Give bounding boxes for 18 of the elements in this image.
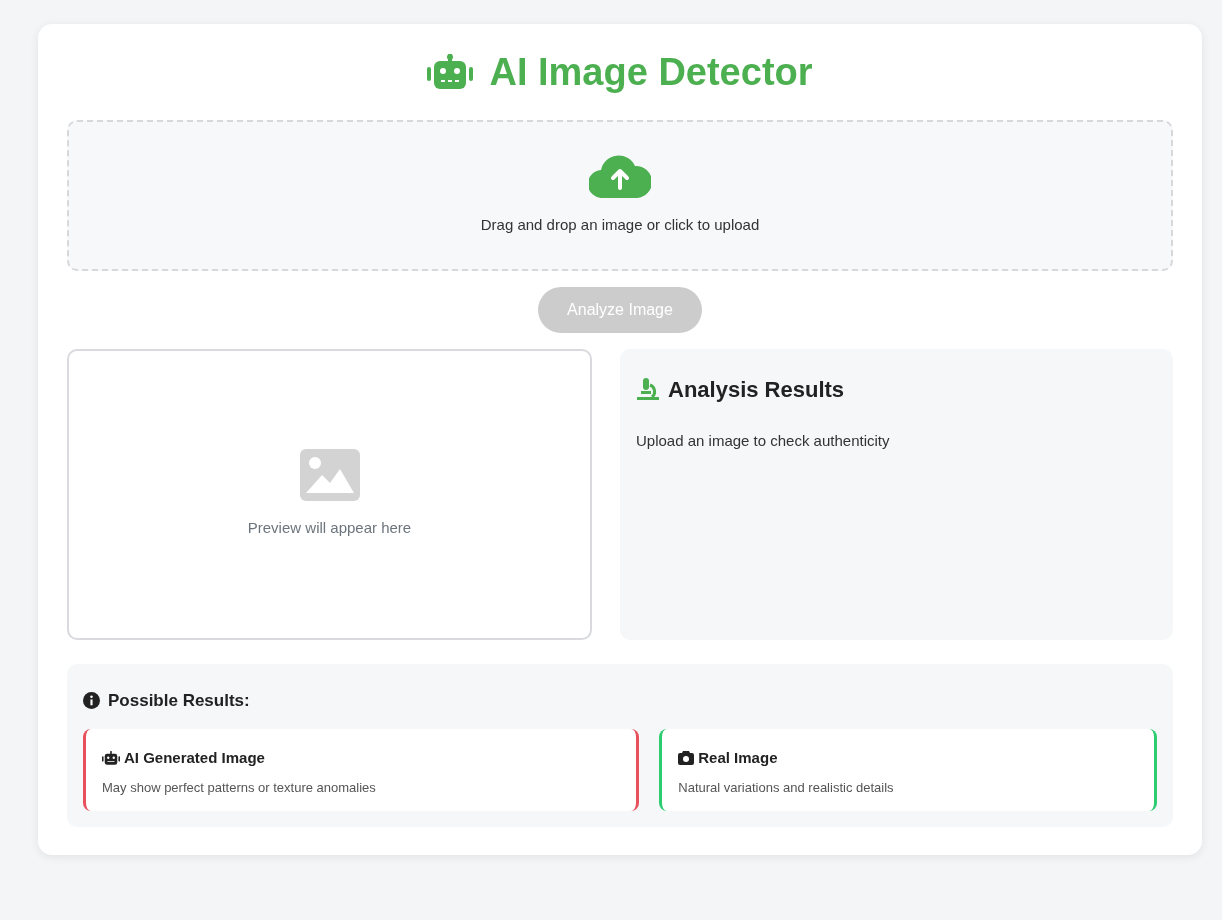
cloud-upload-icon bbox=[589, 153, 651, 198]
app-title: AI Image Detector bbox=[489, 50, 813, 95]
result-description: May show perfect patterns or texture anomalies bbox=[102, 778, 377, 797]
preview-message: Preview will appear here bbox=[247, 517, 412, 538]
results-message: Upload an image to check authenticity bbox=[636, 430, 891, 451]
result-title: Real Image bbox=[698, 748, 778, 769]
info-icon bbox=[83, 691, 100, 709]
results-title: Analysis Results bbox=[668, 375, 845, 404]
upload-dropzone[interactable]: Drag and drop an image or click to upload bbox=[67, 119, 1173, 271]
image-icon bbox=[299, 448, 360, 501]
microscope-icon bbox=[636, 377, 660, 402]
camera-icon bbox=[678, 751, 695, 766]
upload-prompt: Drag and drop an image or click to upload bbox=[480, 214, 760, 235]
result-description: Natural variations and realistic details bbox=[678, 778, 895, 797]
possible-results-title: Possible Results: bbox=[108, 689, 250, 712]
robot-icon bbox=[427, 53, 474, 92]
robot-icon bbox=[102, 750, 120, 766]
result-title: AI Generated Image bbox=[124, 748, 265, 769]
